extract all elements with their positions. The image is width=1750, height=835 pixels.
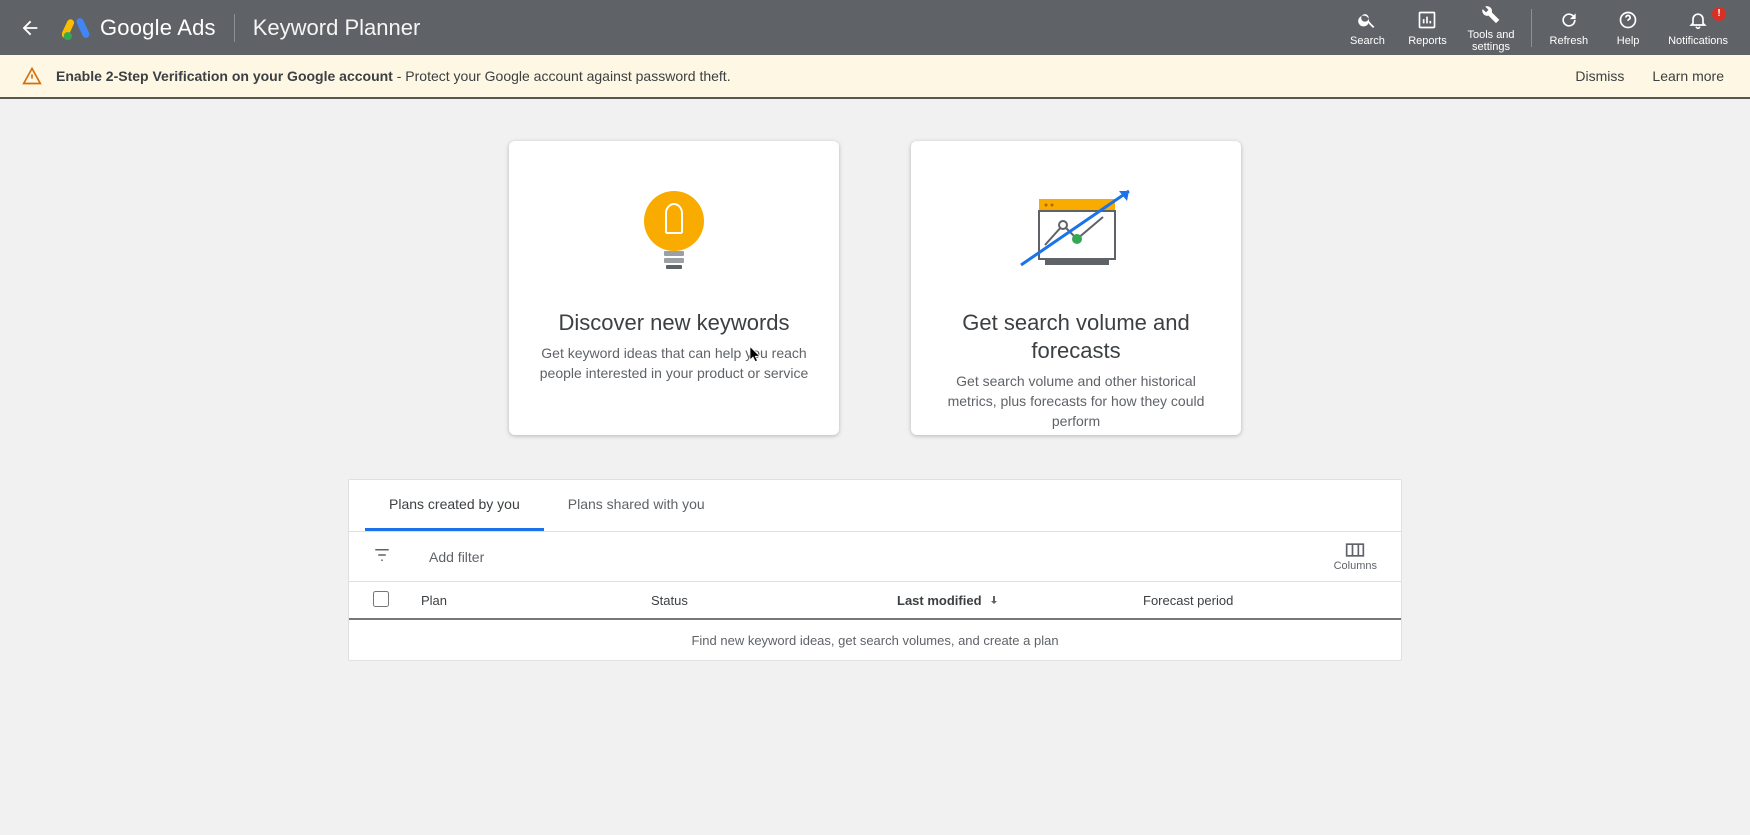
col-status[interactable]: Status	[651, 593, 897, 608]
select-all-checkbox[interactable]	[373, 591, 389, 607]
plans-tabs: Plans created by you Plans shared with y…	[349, 480, 1401, 532]
columns-button[interactable]: Columns	[1334, 542, 1377, 572]
tools-label: Tools and settings	[1467, 29, 1514, 53]
page-title: Keyword Planner	[253, 15, 421, 41]
reports-label: Reports	[1408, 35, 1447, 47]
volume-title: Get search volume and forecasts	[937, 309, 1215, 365]
back-button[interactable]	[16, 14, 44, 42]
arrow-down-icon	[988, 594, 1000, 606]
volume-sub: Get search volume and other historical m…	[937, 371, 1215, 431]
notification-badge: !	[1712, 7, 1726, 21]
help-label: Help	[1617, 35, 1640, 47]
warning-icon	[22, 66, 42, 86]
bell-icon	[1688, 9, 1708, 31]
reports-icon	[1417, 9, 1437, 31]
refresh-label: Refresh	[1550, 35, 1589, 47]
help-button[interactable]: Help	[1598, 9, 1658, 47]
col-period[interactable]: Forecast period	[1143, 593, 1377, 608]
col-plan[interactable]: Plan	[421, 593, 651, 608]
notice-bold: Enable 2-Step Verification on your Googl…	[56, 68, 393, 84]
tab-my-plans[interactable]: Plans created by you	[365, 480, 544, 531]
notifications-label: Notifications	[1668, 35, 1728, 47]
topbar: Google Ads Keyword Planner Search Report…	[0, 0, 1750, 55]
discover-sub: Get keyword ideas that can help you reac…	[535, 343, 813, 383]
col-modified[interactable]: Last modified	[897, 593, 1143, 608]
col-modified-label: Last modified	[897, 593, 982, 608]
discover-keywords-card[interactable]: Discover new keywords Get keyword ideas …	[509, 141, 839, 435]
tools-settings-button[interactable]: Tools and settings	[1457, 3, 1524, 53]
learn-more-link[interactable]: Learn more	[1652, 68, 1724, 84]
brand-text: Google Ads	[100, 15, 216, 41]
search-icon	[1357, 9, 1377, 31]
notice-rest: - Protect your Google account against pa…	[393, 68, 731, 84]
add-filter-button[interactable]: Add filter	[429, 549, 484, 565]
columns-label: Columns	[1334, 560, 1377, 572]
brand: Google Ads	[62, 14, 216, 42]
brand-divider	[234, 14, 235, 42]
refresh-icon	[1559, 9, 1579, 31]
arrow-left-icon	[19, 17, 41, 39]
search-button[interactable]: Search	[1337, 9, 1397, 47]
notifications-button[interactable]: ! Notifications	[1658, 9, 1738, 47]
filter-icon[interactable]	[373, 546, 391, 567]
search-label: Search	[1350, 35, 1385, 47]
reports-button[interactable]: Reports	[1397, 9, 1457, 47]
dismiss-button[interactable]: Dismiss	[1575, 68, 1624, 84]
discover-title: Discover new keywords	[558, 309, 789, 337]
cards-row: Discover new keywords Get keyword ideas …	[0, 141, 1750, 435]
google-ads-logo-icon	[62, 14, 90, 42]
chart-trend-icon	[1011, 183, 1141, 283]
empty-state: Find new keyword ideas, get search volum…	[349, 620, 1401, 660]
notice-message: Enable 2-Step Verification on your Googl…	[56, 68, 731, 84]
columns-icon	[1345, 542, 1365, 558]
tab-shared-plans[interactable]: Plans shared with you	[544, 480, 729, 531]
search-volume-card[interactable]: Get search volume and forecasts Get sear…	[911, 141, 1241, 435]
plans-panel: Plans created by you Plans shared with y…	[348, 479, 1402, 661]
refresh-button[interactable]: Refresh	[1531, 9, 1599, 47]
table-header: Plan Status Last modified Forecast perio…	[349, 582, 1401, 620]
notice-bar: Enable 2-Step Verification on your Googl…	[0, 55, 1750, 99]
wrench-icon	[1481, 3, 1501, 25]
help-icon	[1618, 9, 1638, 31]
filter-row: Add filter Columns	[349, 532, 1401, 582]
lightbulb-icon	[634, 183, 714, 283]
